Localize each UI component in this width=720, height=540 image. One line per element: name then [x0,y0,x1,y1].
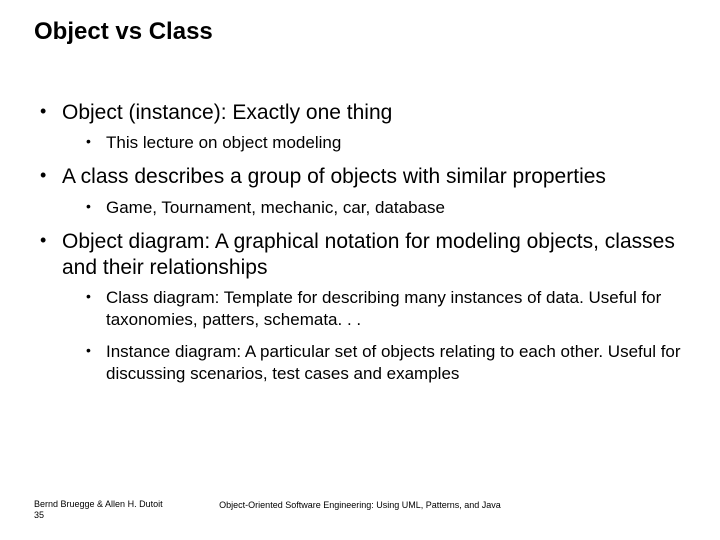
footer-page: 35 [34,510,44,520]
bullet-l1: Object (instance): Exactly one thing [34,100,686,126]
bullet-l2: This lecture on object modeling [34,132,686,154]
slide-content: Object (instance): Exactly one thing Thi… [34,100,686,396]
footer-center: Object-Oriented Software Engineering: Us… [34,500,686,510]
bullet-l1: A class describes a group of objects wit… [34,164,686,190]
bullet-l2: Game, Tournament, mechanic, car, databas… [34,197,686,219]
slide: Object vs Class Object (instance): Exact… [0,0,720,540]
bullet-l2: Instance diagram: A particular set of ob… [34,341,686,385]
bullet-l2: Class diagram: Template for describing m… [34,287,686,331]
slide-title: Object vs Class [34,18,213,46]
bullet-l1: Object diagram: A graphical notation for… [34,229,686,282]
